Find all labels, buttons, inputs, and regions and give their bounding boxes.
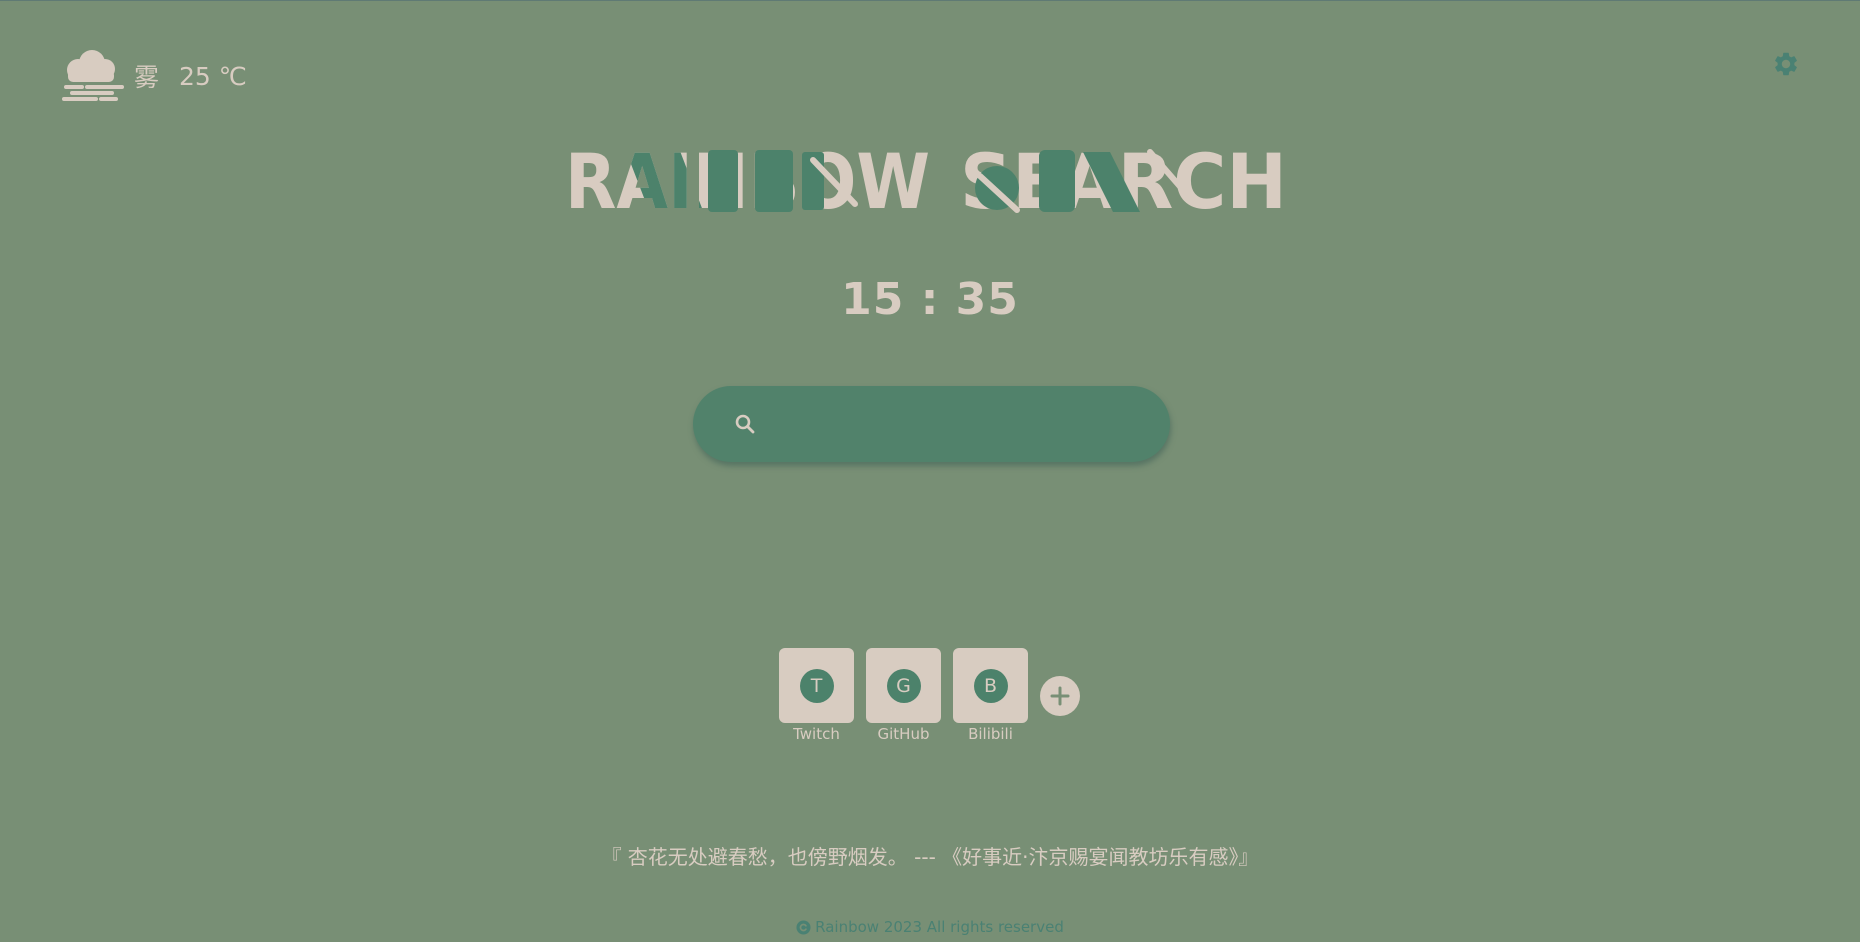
plus-icon	[1050, 686, 1070, 706]
top-border	[0, 0, 1860, 1]
shortcut-label: Twitch	[793, 725, 840, 743]
shortcuts-bar: T Twitch G GitHub B Bilibili	[779, 648, 1080, 743]
shortcut-initial: T	[799, 668, 834, 703]
logo-word-rainbow: RAINBOW	[565, 138, 930, 216]
copyright-icon	[796, 919, 811, 935]
search-input[interactable]	[773, 403, 1134, 445]
shortcut-bilibili[interactable]: B Bilibili	[953, 648, 1028, 743]
shortcut-label: Bilibili	[968, 725, 1013, 743]
weather-condition: 雾	[134, 63, 160, 92]
rainbow-search-logo: RAINBOW SEARCH RAINBOW	[565, 138, 1287, 216]
shortcut-tile[interactable]: T	[779, 648, 854, 723]
shortcut-initial: B	[973, 668, 1008, 703]
poem-quote: 『 杏花无处避春愁，也傍野烟发。 --- 《好事近·汴京赐宴闻教坊乐有感》』	[601, 845, 1259, 869]
search-icon[interactable]	[733, 412, 757, 436]
weather-widget: 雾 25 ℃	[60, 48, 247, 104]
weather-temperature: 25 ℃	[179, 61, 247, 91]
clock: 15 : 35	[841, 274, 1019, 325]
shortcut-label: GitHub	[877, 725, 930, 743]
fog-icon	[62, 50, 124, 101]
add-shortcut-button[interactable]	[1040, 676, 1080, 716]
gear-icon[interactable]	[1772, 50, 1800, 78]
shortcut-tile[interactable]: G	[866, 648, 941, 723]
shortcut-github[interactable]: G GitHub	[866, 648, 941, 743]
shortcut-initial: G	[886, 668, 921, 703]
search-bar[interactable]	[693, 386, 1170, 462]
shortcut-twitch[interactable]: T Twitch	[779, 648, 854, 743]
footer-text: Rainbow 2023 All rights reserved	[815, 918, 1064, 936]
footer: Rainbow 2023 All rights reserved	[0, 918, 1860, 936]
shortcut-tile[interactable]: B	[953, 648, 1028, 723]
